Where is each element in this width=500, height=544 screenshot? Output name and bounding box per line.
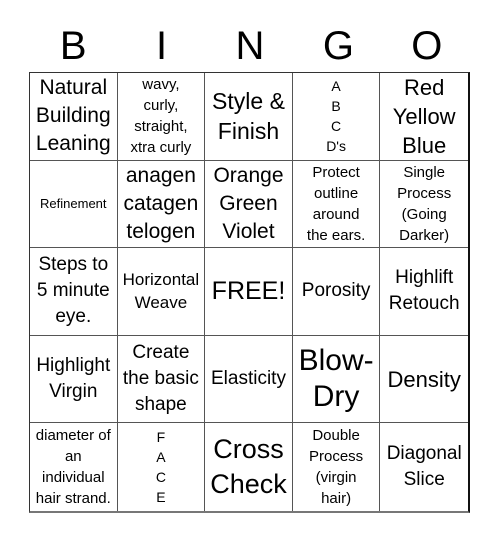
bingo-cell[interactable]: Diagonal Slice	[380, 423, 468, 511]
bingo-cell-free[interactable]: FREE!	[205, 248, 293, 336]
bingo-cell[interactable]: Blow- Dry	[292, 335, 381, 424]
bingo-cell[interactable]: A B C D's	[292, 73, 381, 161]
bingo-cell[interactable]: Steps to 5 minute eye.	[30, 248, 118, 336]
bingo-cell[interactable]: Porosity	[292, 248, 381, 336]
header-letter-n: N	[235, 24, 265, 68]
bingo-board: Natural Building Leaning wavy, curly, st…	[29, 72, 470, 513]
bingo-cell[interactable]: Single Process (Going Darker)	[380, 161, 468, 249]
bingo-cell[interactable]: diameter of an individual hair strand.	[30, 423, 118, 511]
bingo-cell[interactable]: Red Yellow Blue	[380, 73, 468, 161]
bingo-cell[interactable]: Elasticity	[205, 335, 293, 424]
bingo-cell[interactable]: anagen catagen telogen	[117, 160, 206, 249]
bingo-cell[interactable]: Double Process (virgin hair)	[293, 423, 381, 511]
bingo-cell[interactable]: F A C E	[118, 423, 206, 511]
bingo-cell[interactable]: wavy, curly, straight, xtra curly	[117, 73, 206, 161]
bingo-cell[interactable]: Horizontal Weave	[117, 248, 206, 336]
bingo-cell[interactable]: Density	[380, 336, 468, 424]
bingo-cell[interactable]: Orange Green Violet	[205, 160, 293, 249]
bingo-cell[interactable]: Create the basic shape	[117, 335, 206, 424]
bingo-cell[interactable]: Cross Check	[205, 423, 293, 511]
bingo-header: B I N G O	[29, 20, 471, 72]
header-letter-b: B	[59, 24, 87, 68]
bingo-cell[interactable]: Natural Building Leaning	[30, 73, 118, 161]
header-letter-o: O	[411, 24, 443, 68]
bingo-cell[interactable]: Style & Finish	[205, 73, 293, 161]
bingo-cell[interactable]: Highlight Virgin	[30, 335, 118, 424]
header-letter-i: I	[156, 24, 168, 68]
bingo-cell[interactable]: Protect outline around the ears.	[292, 160, 381, 249]
header-letter-g: G	[322, 24, 354, 68]
bingo-cell[interactable]: Highlift Retouch	[380, 248, 468, 336]
bingo-cell[interactable]: Refinement	[30, 160, 118, 249]
